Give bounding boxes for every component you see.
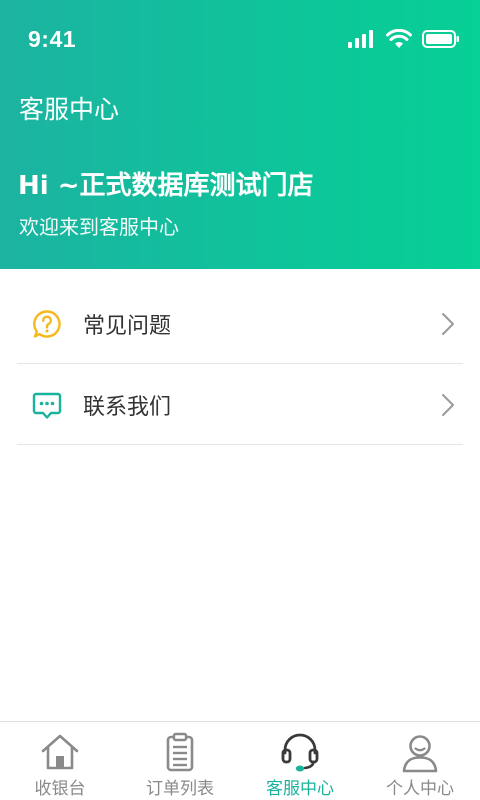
chevron-right-icon bbox=[442, 394, 454, 416]
chat-bubble-icon bbox=[32, 392, 62, 419]
tab-customer-service[interactable]: 客服中心 bbox=[240, 722, 360, 800]
tab-profile-label: 个人中心 bbox=[386, 779, 454, 799]
home-icon bbox=[41, 734, 79, 770]
tab-profile[interactable]: 个人中心 bbox=[360, 722, 480, 800]
battery-icon bbox=[422, 30, 459, 48]
person-icon bbox=[402, 735, 438, 773]
tab-cashier[interactable]: 收银台 bbox=[0, 722, 120, 800]
faq-label: 常见问题 bbox=[83, 314, 172, 339]
faq-menu-item[interactable]: 常见问题 bbox=[17, 283, 463, 364]
chevron-right-icon bbox=[442, 313, 454, 335]
status-bar: 9:41 bbox=[0, 0, 480, 80]
greeting-text: Hi ~正式数据库测试门店 bbox=[18, 171, 314, 201]
bottom-tab-bar: 收银台 订单列表 客服中心 个人中心 bbox=[0, 721, 480, 800]
contact-label: 联系我们 bbox=[83, 395, 172, 420]
clipboard-icon bbox=[166, 732, 194, 772]
headset-icon bbox=[281, 733, 319, 772]
welcome-subtitle: 欢迎来到客服中心 bbox=[19, 215, 179, 239]
signal-icon bbox=[348, 30, 373, 48]
question-bubble-icon bbox=[33, 310, 61, 338]
status-icons bbox=[348, 28, 460, 50]
contact-menu-item[interactable]: 联系我们 bbox=[17, 364, 463, 445]
wifi-icon bbox=[386, 29, 412, 48]
service-menu: 常见问题 联系我们 bbox=[0, 283, 480, 445]
page-title: 客服中心 bbox=[19, 95, 120, 124]
header: 9:41 客服中心 Hi ~正式数据库测试门店 欢迎来到客服中心 bbox=[0, 0, 480, 269]
tab-orders[interactable]: 订单列表 bbox=[120, 722, 240, 800]
tab-customer-service-label: 客服中心 bbox=[266, 779, 334, 799]
tab-orders-label: 订单列表 bbox=[146, 779, 214, 799]
tab-cashier-label: 收银台 bbox=[34, 779, 86, 799]
status-time: 9:41 bbox=[28, 26, 77, 52]
